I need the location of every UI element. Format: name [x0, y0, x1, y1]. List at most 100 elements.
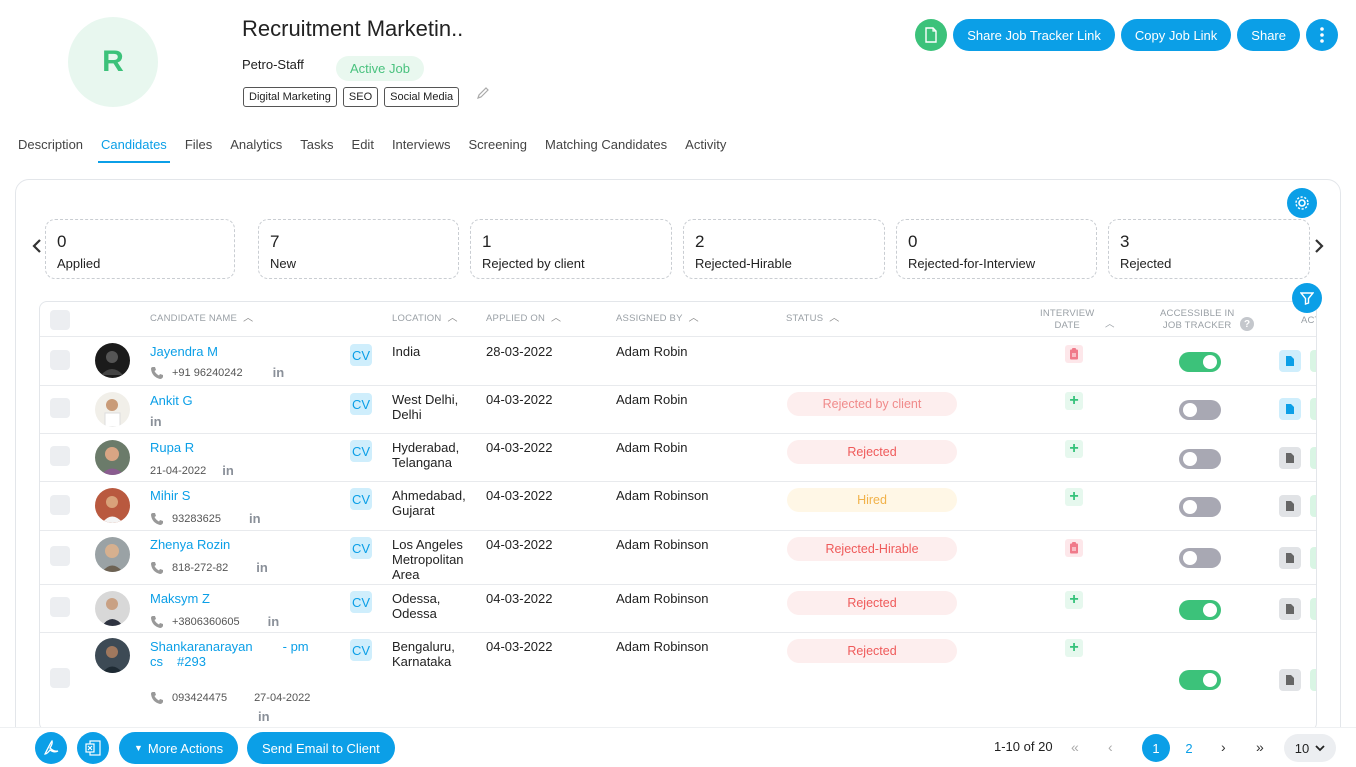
stat-card-rejected-hirable[interactable]: 2 Rejected-Hirable [683, 219, 885, 279]
tab-description[interactable]: Description [18, 137, 83, 163]
candidate-name-link[interactable]: Shankaranarayan - pm cs #293 [150, 639, 309, 669]
column-header-interview-date[interactable]: Interview Date [1040, 308, 1094, 332]
sort-icon[interactable]: ︿ [551, 309, 561, 324]
document-icon[interactable] [1279, 447, 1301, 469]
column-header-location[interactable]: Location ︿ [392, 309, 458, 324]
row-checkbox[interactable] [50, 495, 70, 515]
stat-card-new[interactable]: 7 New [258, 219, 459, 279]
document-icon[interactable] [1279, 350, 1301, 372]
sort-icon[interactable]: ︿ [447, 309, 457, 324]
tracker-toggle[interactable] [1179, 548, 1221, 568]
tab-interviews[interactable]: Interviews [392, 137, 451, 163]
tab-matching-candidates[interactable]: Matching Candidates [545, 137, 667, 163]
excel-icon[interactable] [77, 732, 109, 764]
stat-card-rejected[interactable]: 3 Rejected [1108, 219, 1310, 279]
chevron-left-icon[interactable] [32, 238, 42, 259]
plus-icon[interactable]: + [1065, 392, 1083, 410]
document-icon[interactable] [1279, 598, 1301, 620]
candidate-name-link[interactable]: Mihir S [150, 488, 190, 503]
stat-card-rejected-for-interview[interactable]: 0 Rejected-for-Interview [896, 219, 1097, 279]
tab-edit[interactable]: Edit [352, 137, 374, 163]
more-vertical-icon[interactable] [1306, 19, 1338, 51]
candidate-name-link[interactable]: Rupa R [150, 440, 194, 455]
sort-icon[interactable]: ︿ [689, 309, 699, 324]
tracker-toggle[interactable] [1179, 600, 1221, 620]
tab-activity[interactable]: Activity [685, 137, 726, 163]
cv-icon[interactable]: CV [350, 537, 372, 559]
candidate-name-link[interactable]: Jayendra M [150, 344, 218, 359]
column-header-status[interactable]: Status ︿ [786, 309, 839, 324]
action-button[interactable] [1310, 669, 1316, 691]
sort-icon[interactable]: ︿ [829, 309, 839, 324]
help-icon[interactable]: ? [1240, 317, 1254, 331]
action-button[interactable] [1310, 598, 1316, 620]
stat-card-applied[interactable]: 0 Applied [45, 219, 235, 279]
tracker-toggle[interactable] [1179, 352, 1221, 372]
tab-candidates[interactable]: Candidates [98, 137, 170, 163]
row-checkbox[interactable] [50, 398, 70, 418]
row-checkbox[interactable] [50, 446, 70, 466]
linkedin-icon[interactable]: in [268, 614, 280, 629]
row-checkbox[interactable] [50, 597, 70, 617]
tracker-toggle[interactable] [1179, 400, 1221, 420]
tab-analytics[interactable]: Analytics [230, 137, 282, 163]
gear-icon[interactable] [1287, 188, 1317, 218]
tab-screening[interactable]: Screening [468, 137, 527, 163]
first-page-icon[interactable]: « [1071, 739, 1079, 755]
linkedin-icon[interactable]: in [273, 365, 285, 380]
chevron-right-icon[interactable] [1314, 238, 1324, 259]
document-icon[interactable] [915, 19, 948, 51]
action-button[interactable] [1310, 547, 1316, 569]
action-button[interactable] [1310, 398, 1316, 420]
row-checkbox[interactable] [50, 668, 70, 688]
stat-card-rejected-by-client[interactable]: 1 Rejected by client [470, 219, 672, 279]
plus-icon[interactable]: + [1065, 591, 1083, 609]
linkedin-icon[interactable]: in [150, 414, 162, 429]
cv-icon[interactable]: CV [350, 344, 372, 366]
linkedin-icon[interactable]: in [256, 560, 268, 575]
pdf-icon[interactable] [35, 732, 67, 764]
send-email-button[interactable]: Send Email to Client [247, 732, 395, 764]
tab-files[interactable]: Files [185, 137, 212, 163]
cv-icon[interactable]: CV [350, 488, 372, 510]
candidate-name-link[interactable]: Zhenya Rozin [150, 537, 230, 552]
linkedin-icon[interactable]: in [222, 463, 234, 478]
document-icon[interactable] [1279, 547, 1301, 569]
document-icon[interactable] [1279, 669, 1301, 691]
clipboard-icon[interactable] [1065, 345, 1083, 363]
tracker-toggle[interactable] [1179, 497, 1221, 517]
filter-icon[interactable] [1292, 283, 1322, 313]
sort-icon[interactable]: ︿ [243, 309, 253, 324]
tracker-toggle[interactable] [1179, 449, 1221, 469]
candidate-name-link[interactable]: Ankit G [150, 393, 193, 408]
share-tracker-button[interactable]: Share Job Tracker Link [953, 19, 1115, 51]
share-button[interactable]: Share [1237, 19, 1300, 51]
page-button[interactable]: 1 [1142, 734, 1170, 762]
column-header-applied-on[interactable]: Applied On ︿ [486, 309, 561, 324]
cv-icon[interactable]: CV [350, 440, 372, 462]
candidate-name-link[interactable]: Maksym Z [150, 591, 210, 606]
clipboard-icon[interactable] [1065, 539, 1083, 557]
plus-icon[interactable]: + [1065, 639, 1083, 657]
prev-page-icon[interactable]: ‹ [1108, 739, 1113, 755]
tracker-toggle[interactable] [1179, 670, 1221, 690]
cv-icon[interactable]: CV [350, 639, 372, 661]
select-all-checkbox[interactable] [50, 310, 70, 330]
action-button[interactable] [1310, 447, 1316, 469]
next-page-icon[interactable]: › [1221, 739, 1226, 755]
sort-icon[interactable]: ︿ [1105, 316, 1115, 330]
row-checkbox[interactable] [50, 546, 70, 566]
cv-icon[interactable]: CV [350, 591, 372, 613]
tab-tasks[interactable]: Tasks [300, 137, 333, 163]
column-header-accessible[interactable]: Accessible in Job Tracker [1160, 308, 1234, 332]
action-button[interactable] [1310, 350, 1316, 372]
page-button[interactable]: 2 [1175, 734, 1203, 762]
document-icon[interactable] [1279, 398, 1301, 420]
column-header-assigned-by[interactable]: Assigned By ︿ [616, 309, 699, 324]
cv-icon[interactable]: CV [350, 393, 372, 415]
column-header-name[interactable]: Candidate Name ︿ [150, 309, 253, 324]
linkedin-icon[interactable]: in [258, 709, 270, 724]
pencil-icon[interactable] [476, 86, 490, 100]
action-button[interactable] [1310, 495, 1316, 517]
last-page-icon[interactable]: » [1256, 739, 1264, 755]
